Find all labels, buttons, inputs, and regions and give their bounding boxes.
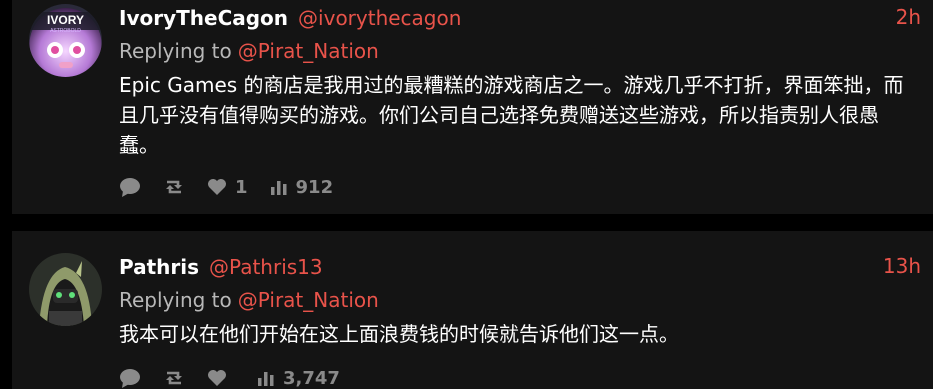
avatar[interactable] xyxy=(29,253,102,326)
reply-button[interactable] xyxy=(119,368,141,388)
view-count: 3,747 xyxy=(283,367,340,389)
view-count: 912 xyxy=(295,176,334,198)
views-button[interactable]: 912 xyxy=(270,176,334,198)
avatar-logo-text: IVORY xyxy=(47,13,84,27)
replying-to-label: Replying to xyxy=(119,288,232,312)
comment-icon xyxy=(120,178,140,197)
heart-icon xyxy=(208,179,226,195)
reply-thread: IVORY ASTROBOLD IvoryTheCagon @ivorythec… xyxy=(0,0,933,389)
display-name[interactable]: IvoryTheCagon xyxy=(119,6,288,30)
tweet-card[interactable]: Pathris @Pathris13 13h Replying to @Pira… xyxy=(12,231,933,389)
timestamp[interactable]: 13h xyxy=(883,254,921,278)
replying-to-handle[interactable]: @Pirat_Nation xyxy=(238,39,379,63)
tweet-text: 我本可以在他们开始在这上面浪费钱的时候就告诉他们这一点。 xyxy=(119,322,679,346)
avatar-image: IVORY ASTROBOLD xyxy=(29,4,102,77)
retweet-icon xyxy=(166,180,182,194)
like-count: 1 xyxy=(235,176,248,198)
replying-to-label: Replying to xyxy=(119,39,232,63)
tweet-actions: 1 912 xyxy=(119,172,933,202)
tweet-content: IvoryTheCagon @ivorythecagon 2h Replying… xyxy=(119,0,933,202)
like-button[interactable]: 1 xyxy=(207,177,248,198)
avatar-logo-subtext: ASTROBOLD xyxy=(50,28,81,34)
bar-chart-icon xyxy=(270,181,287,195)
replying-to-line: Replying to @Pirat_Nation xyxy=(119,285,933,315)
retweet-button[interactable] xyxy=(163,178,185,196)
timestamp[interactable]: 2h xyxy=(896,5,921,29)
avatar[interactable]: IVORY ASTROBOLD xyxy=(29,4,102,77)
tweet-content: Pathris @Pathris13 13h Replying to @Pira… xyxy=(119,249,933,389)
retweet-button[interactable] xyxy=(163,369,185,387)
replying-to-handle[interactable]: @Pirat_Nation xyxy=(238,288,379,312)
tweet-header: Pathris @Pathris13 13h xyxy=(119,249,933,285)
bar-chart-icon xyxy=(258,372,274,386)
replying-to-line: Replying to @Pirat_Nation xyxy=(119,36,933,66)
display-name[interactable]: Pathris xyxy=(119,255,199,279)
tweet-actions: 3,747 xyxy=(119,363,933,389)
user-handle[interactable]: @ivorythecagon xyxy=(298,6,461,30)
user-handle[interactable]: @Pathris13 xyxy=(209,255,323,279)
comment-icon xyxy=(120,369,140,388)
reply-button[interactable] xyxy=(119,177,141,197)
views-button[interactable]: 3,747 xyxy=(257,368,340,389)
avatar-image xyxy=(29,253,102,326)
tweet-header: IvoryTheCagon @ivorythecagon 2h xyxy=(119,0,933,36)
tweet-text: Epic Games 的商店是我用过的最糟糕的游戏商店之一。游戏几乎不打折，界面… xyxy=(119,73,904,157)
like-button[interactable] xyxy=(207,369,235,387)
heart-icon xyxy=(208,370,226,386)
tweet-card[interactable]: IVORY ASTROBOLD IvoryTheCagon @ivorythec… xyxy=(12,0,933,214)
retweet-icon xyxy=(166,371,182,385)
